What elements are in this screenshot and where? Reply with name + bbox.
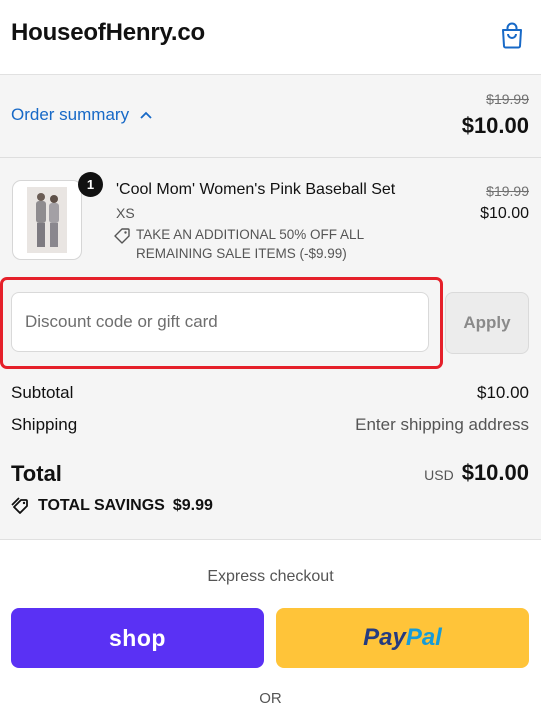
total-savings-value: $9.99 — [172, 496, 213, 514]
item-discount-line1: TAKE AN ADDITIONAL 50% OFF ALL — [136, 227, 365, 242]
order-summary-section: Order summary $19.99 $10.00 1 'Cool Mom'… — [0, 75, 541, 539]
discount-code-input[interactable] — [11, 292, 429, 352]
shop-pay-button[interactable]: shop — [11, 608, 264, 668]
shopping-bag-icon[interactable] — [497, 20, 527, 50]
paypal-label-pay: Pay — [363, 624, 406, 651]
order-summary-toggle[interactable]: Order summary — [11, 105, 153, 125]
item-discount: TAKE AN ADDITIONAL 50% OFF ALL REMAINING… — [113, 225, 364, 263]
product-original-price: $19.99 — [486, 183, 529, 199]
subtotal-label: Subtotal — [11, 383, 74, 402]
subtotal-value: $10.00 — [477, 383, 529, 402]
express-checkout-title: Express checkout — [207, 568, 334, 585]
shipping-value: Enter shipping address — [355, 415, 529, 434]
total-amount: $10.00 — [461, 460, 529, 485]
header: HouseofHenry.co — [0, 0, 541, 75]
order-summary-label: Order summary — [11, 105, 130, 124]
item-discount-text: TAKE AN ADDITIONAL 50% OFF ALL REMAINING… — [136, 225, 364, 263]
shipping-label: Shipping — [11, 415, 78, 434]
tag-icon — [114, 228, 130, 244]
total-savings: TOTAL SAVINGS $9.99 — [11, 496, 213, 515]
product-price: $10.00 — [480, 205, 529, 222]
chevron-up-icon — [140, 111, 152, 119]
currency-code: USD — [424, 467, 454, 483]
apply-button[interactable]: Apply — [445, 292, 529, 354]
order-summary-bar[interactable]: Order summary $19.99 $10.00 — [0, 75, 541, 158]
summary-total: $10.00 — [461, 113, 529, 138]
total-label: Total — [11, 461, 62, 486]
paypal-label-pal: Pal — [405, 624, 442, 651]
savings-tag-icon — [11, 497, 28, 514]
total-value: USD $10.00 — [424, 460, 529, 486]
item-discount-line2: REMAINING SALE ITEMS (-$9.99) — [136, 246, 347, 261]
paypal-button[interactable]: PayPal — [276, 608, 529, 668]
section-divider — [0, 539, 541, 540]
summary-original-total: $19.99 — [486, 91, 529, 107]
product-image — [27, 187, 67, 253]
or-divider-label: OR — [259, 690, 282, 707]
product-thumbnail: 1 — [12, 172, 103, 260]
total-savings-label: TOTAL SAVINGS — [38, 496, 165, 514]
quantity-badge: 1 — [78, 172, 103, 197]
store-name[interactable]: HouseofHenry.co — [11, 19, 205, 47]
product-variant: XS — [116, 205, 135, 221]
product-title: 'Cool Mom' Women's Pink Baseball Set — [116, 181, 396, 198]
